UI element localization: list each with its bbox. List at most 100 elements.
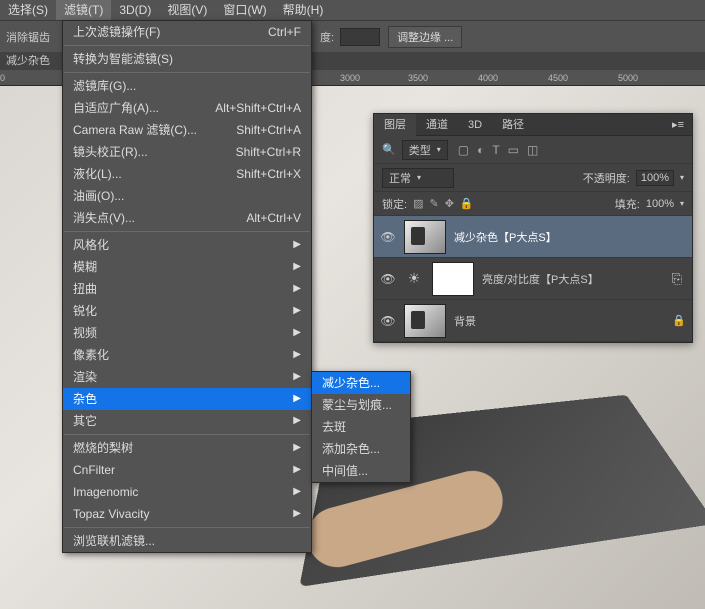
filter-menu-item[interactable]: 视频▶	[63, 322, 311, 344]
blend-mode-select[interactable]: 正常 ▾	[382, 168, 454, 188]
submenu-arrow-icon: ▶	[293, 366, 301, 388]
lock-paint-icon[interactable]: ✎	[429, 197, 438, 210]
layer-kind-select[interactable]: 类型 ▾	[402, 140, 448, 160]
submenu-arrow-icon: ▶	[293, 256, 301, 278]
filter-menu-item[interactable]: 燃烧的梨树▶	[63, 437, 311, 459]
menu-separator	[64, 45, 310, 46]
filter-shape-icon[interactable]: ▭	[508, 143, 519, 157]
ruler-mark: 3000	[340, 73, 360, 83]
filter-menu-item[interactable]: 浏览联机滤镜...	[63, 530, 311, 552]
submenu-arrow-icon: ▶	[293, 481, 301, 503]
panel-tab[interactable]: 通道	[416, 114, 458, 136]
layer-thumbnail[interactable]	[404, 220, 446, 254]
chevron-down-icon[interactable]: ▾	[680, 173, 684, 182]
submenu-item[interactable]: 蒙尘与划痕...	[312, 394, 410, 416]
menu-separator	[64, 72, 310, 73]
layer-thumbnail[interactable]	[432, 262, 474, 296]
link-icon[interactable]: ⎘	[672, 271, 682, 287]
opacity-input[interactable]: 100%	[636, 170, 674, 186]
layer-name[interactable]: 减少杂色【P大点S】	[454, 229, 686, 245]
lock-row: 锁定: ▨ ✎ ✥ 🔒 填充: 100% ▾	[374, 192, 692, 216]
panel-tab[interactable]: 图层	[374, 114, 416, 136]
filter-menu-item[interactable]: 镜头校正(R)...Shift+Ctrl+R	[63, 141, 311, 163]
menu-item-label: Topaz Vivacity	[73, 503, 149, 525]
submenu-arrow-icon: ▶	[293, 459, 301, 481]
fill-label: 填充:	[615, 196, 640, 212]
panel-tab[interactable]: 路径	[492, 114, 534, 136]
filter-menu-item[interactable]: 渲染 ▶	[63, 366, 311, 388]
visibility-icon[interactable]: 👁	[380, 272, 396, 286]
visibility-icon[interactable]: 👁	[380, 230, 396, 244]
menu-item-label: 模糊	[73, 256, 97, 278]
menu-item[interactable]: 帮助(H)	[275, 0, 332, 20]
filter-menu-item[interactable]: 模糊 ▶	[63, 256, 311, 278]
layer-row[interactable]: 👁 减少杂色【P大点S】	[374, 216, 692, 258]
menu-item-label: 镜头校正(R)...	[73, 141, 148, 163]
menu-item-label: 杂色	[73, 388, 97, 410]
filter-menu-item[interactable]: 像素化▶	[63, 344, 311, 366]
filter-menu-item[interactable]: 液化(L)...Shift+Ctrl+X	[63, 163, 311, 185]
menu-item-label: 渲染	[73, 366, 97, 388]
filter-adjustment-icon[interactable]: ◐	[477, 143, 484, 157]
options-degree-input[interactable]	[340, 28, 380, 46]
filter-menu-item[interactable]: 其它▶	[63, 410, 311, 432]
filter-menu-item[interactable]: Camera Raw 滤镜(C)...Shift+Ctrl+A	[63, 119, 311, 141]
filter-menu-item[interactable]: Topaz Vivacity▶	[63, 503, 311, 525]
filter-menu-item[interactable]: 自适应广角(A)...Alt+Shift+Ctrl+A	[63, 97, 311, 119]
submenu-item[interactable]: 减少杂色...	[312, 372, 410, 394]
lock-all-icon[interactable]: 🔒	[460, 197, 474, 210]
chevron-down-icon[interactable]: ▾	[680, 199, 684, 208]
lock-icons: ▨ ✎ ✥ 🔒	[413, 197, 474, 210]
panel-tab[interactable]: 3D	[458, 114, 492, 136]
filter-menu-dropdown: 上次滤镜操作(F)Ctrl+F 转换为智能滤镜(S) 滤镜库(G)...自适应广角(…	[62, 20, 312, 553]
filter-menu-item[interactable]: Imagenomic▶	[63, 481, 311, 503]
filter-smart-icon[interactable]: ◫	[527, 143, 538, 157]
layers-panel: 图层通道3D路径 ▸≡ 🔍 类型 ▾ ▢ ◐ T ▭ ◫ 正常 ▾ 不透明度: 1…	[373, 113, 693, 343]
submenu-arrow-icon: ▶	[293, 322, 301, 344]
filter-type-icon[interactable]: T	[492, 143, 499, 157]
filter-menu-item[interactable]: 消失点(V)...Alt+Ctrl+V	[63, 207, 311, 229]
menu-item[interactable]: 视图(V)	[159, 0, 215, 20]
refine-edge-button[interactable]: 调整边缘 ...	[388, 26, 462, 48]
fill-input[interactable]: 100%	[646, 198, 674, 210]
panel-menu-icon[interactable]: ▸≡	[664, 118, 692, 131]
blend-mode-row: 正常 ▾ 不透明度: 100% ▾	[374, 164, 692, 192]
ruler-mark: 4000	[478, 73, 498, 83]
visibility-icon[interactable]: 👁	[380, 314, 396, 328]
chevron-down-icon: ▾	[437, 145, 441, 154]
main-menu-bar: 选择(S)滤镜(T)3D(D)视图(V)窗口(W)帮助(H)	[0, 0, 705, 20]
lock-label: 锁定:	[382, 196, 407, 212]
filter-menu-item[interactable]: CnFilter ▶	[63, 459, 311, 481]
layer-row[interactable]: 👁☀亮度/对比度【P大点S】⎘	[374, 258, 692, 300]
lock-transparency-icon[interactable]: ▨	[413, 197, 423, 210]
menu-item[interactable]: 窗口(W)	[215, 0, 274, 20]
menu-item[interactable]: 3D(D)	[111, 0, 159, 20]
layer-name[interactable]: 亮度/对比度【P大点S】	[482, 271, 664, 287]
filter-menu-item[interactable]: 风格化▶	[63, 234, 311, 256]
filter-menu-item[interactable]: 扭曲▶	[63, 278, 311, 300]
submenu-item[interactable]: 添加杂色...	[312, 438, 410, 460]
filter-menu-item[interactable]: 滤镜库(G)...	[63, 75, 311, 97]
menu-shortcut: Alt+Shift+Ctrl+A	[215, 97, 301, 119]
layer-thumbnail[interactable]	[404, 304, 446, 338]
filter-menu-item[interactable]: 锐化▶	[63, 300, 311, 322]
menu-item-label: CnFilter	[73, 459, 115, 481]
layer-name[interactable]: 背景	[454, 313, 664, 329]
submenu-item[interactable]: 去斑	[312, 416, 410, 438]
menu-item-label: 扭曲	[73, 278, 97, 300]
menu-item[interactable]: 滤镜(T)	[56, 0, 111, 20]
lock-position-icon[interactable]: ✥	[445, 197, 454, 210]
filter-pixel-icon[interactable]: ▢	[458, 143, 469, 157]
filter-menu-item[interactable]: 上次滤镜操作(F)Ctrl+F	[63, 21, 311, 43]
menu-item[interactable]: 选择(S)	[0, 0, 56, 20]
options-left-label: 消除锯齿	[0, 29, 50, 45]
search-icon[interactable]: 🔍	[382, 143, 396, 156]
submenu-item[interactable]: 中间值...	[312, 460, 410, 482]
filter-menu-item[interactable]: 油画(O)...	[63, 185, 311, 207]
filter-menu-item[interactable]: 转换为智能滤镜(S)	[63, 48, 311, 70]
ruler-mark: 3500	[408, 73, 428, 83]
panel-tabs: 图层通道3D路径 ▸≡	[374, 114, 692, 136]
filter-menu-item[interactable]: 杂色▶	[63, 388, 311, 410]
layer-row[interactable]: 👁背景🔒	[374, 300, 692, 342]
menu-item-label: 其它	[73, 410, 97, 432]
